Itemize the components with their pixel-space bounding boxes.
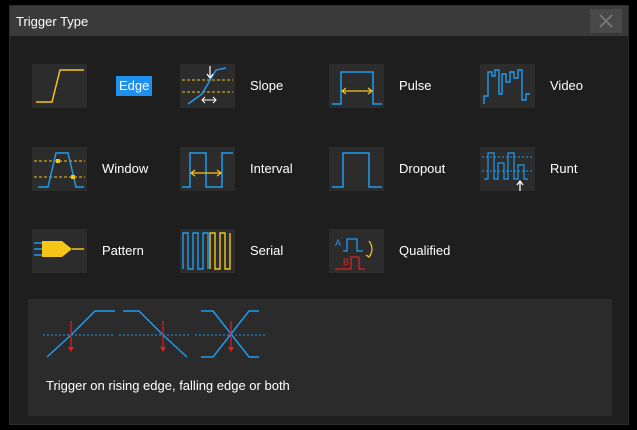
svg-text:B: B (343, 257, 349, 267)
slope-trigger-icon (180, 64, 235, 108)
trigger-edge-option[interactable]: Edge (32, 64, 172, 108)
svg-text:A: A (335, 238, 341, 248)
trigger-pulse-label: Pulse (399, 78, 432, 93)
edge-trigger-icon (32, 64, 87, 108)
trigger-qualified-label: Qualified (399, 243, 451, 258)
video-trigger-icon (480, 64, 535, 108)
trigger-runt-label: Runt (550, 161, 578, 176)
qualified-trigger-icon: A B (329, 229, 384, 273)
serial-trigger-icon (180, 229, 235, 273)
edge-slopes-illustration (43, 310, 267, 358)
trigger-description-text: Trigger on rising edge, falling edge or … (46, 378, 290, 393)
trigger-type-dialog: Trigger Type Edge Slope Pulse Video Wind… (9, 5, 629, 425)
dialog-title: Trigger Type (16, 14, 89, 29)
trigger-pattern-option[interactable]: Pattern (32, 229, 172, 273)
interval-trigger-icon (180, 147, 235, 191)
trigger-pattern-label: Pattern (102, 243, 144, 258)
pulse-trigger-icon (329, 64, 384, 108)
trigger-video-label: Video (550, 78, 584, 93)
close-icon (599, 14, 613, 28)
trigger-description-panel: Trigger on rising edge, falling edge or … (28, 299, 612, 416)
close-button[interactable] (590, 9, 622, 33)
window-trigger-icon (32, 147, 87, 191)
trigger-edge-label: Edge (116, 76, 153, 96)
runt-trigger-icon (480, 147, 535, 191)
trigger-pulse-option[interactable]: Pulse (329, 64, 469, 108)
trigger-window-label: Window (102, 161, 149, 176)
trigger-video-option[interactable]: Video (480, 64, 620, 108)
dropout-trigger-icon (329, 147, 384, 191)
pattern-trigger-icon (32, 229, 87, 273)
dialog-titlebar: Trigger Type (10, 6, 628, 36)
trigger-window-option[interactable]: Window (32, 147, 172, 191)
trigger-dropout-option[interactable]: Dropout (329, 147, 469, 191)
trigger-interval-option[interactable]: Interval (180, 147, 320, 191)
trigger-serial-option[interactable]: Serial (180, 229, 320, 273)
trigger-qualified-option[interactable]: A B Qualified (329, 229, 469, 273)
trigger-serial-label: Serial (250, 243, 284, 258)
trigger-interval-label: Interval (250, 161, 293, 176)
trigger-dropout-label: Dropout (399, 161, 446, 176)
trigger-slope-option[interactable]: Slope (180, 64, 320, 108)
trigger-slope-label: Slope (250, 78, 284, 93)
trigger-runt-option[interactable]: Runt (480, 147, 620, 191)
